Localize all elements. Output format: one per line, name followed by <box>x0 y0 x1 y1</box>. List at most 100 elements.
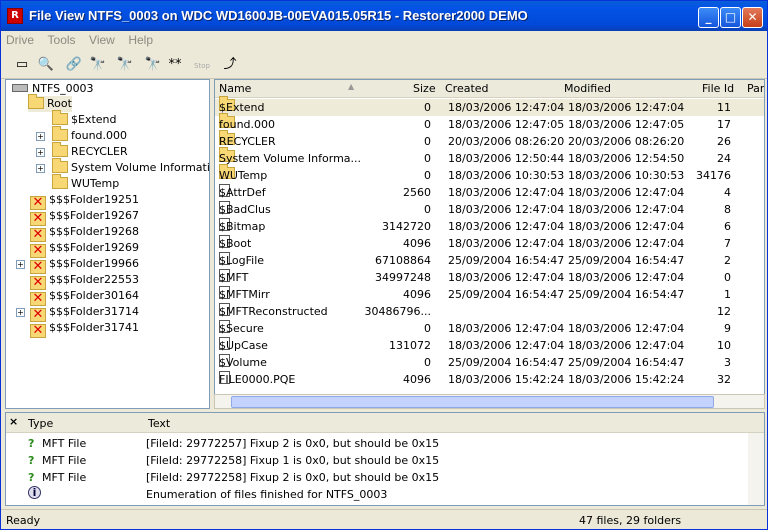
tree-lost-folder[interactable]: ✕ $$$Folder19251 <box>30 192 139 210</box>
scroll-thumb[interactable] <box>231 396 714 408</box>
expand-toggle[interactable]: + <box>16 260 25 269</box>
table-row[interactable]: $Volume 0 25/09/2004 16:54:47 25/09/2004 16… <box>215 354 764 371</box>
menu-drive[interactable]: Drive <box>1 31 39 49</box>
cell-file-id: 6 <box>724 220 731 233</box>
log-text: [FileId: 29772257] Fixup 2 is 0x0, but s… <box>146 437 440 450</box>
cell-size: 0 <box>424 135 431 148</box>
title-bar[interactable]: R File View NTFS_0003 on WDC WD1600JB-00… <box>1 1 767 31</box>
file-name: System Volume Informa... <box>219 152 362 165</box>
log-panel: × Type Text ? MFT File [FileId: 29772257] … <box>5 412 765 506</box>
column-size[interactable]: Size <box>413 82 436 95</box>
log-row[interactable]: ? MFT File [FileId: 29772258] Fixup 2 is 0… <box>6 469 746 486</box>
tree-item-recycler[interactable]: RECYCLER <box>52 142 128 160</box>
log-row[interactable]: i Enumeration of files finished for NTFS_… <box>6 486 746 503</box>
file-name: $Boot <box>219 237 252 250</box>
tree-drive-node[interactable]: NTFS_0003 <box>12 81 94 97</box>
cell-size: 0 <box>424 203 431 216</box>
table-row[interactable]: $LogFile 67108864 25/09/2004 16:54:47 25/09… <box>215 252 764 269</box>
table-row[interactable]: $Boot 4096 18/03/2006 12:47:04 18/03/2006 1… <box>215 235 764 252</box>
table-row[interactable]: $MFTMirr 4096 25/09/2004 16:54:47 25/09/200… <box>215 286 764 303</box>
tree-lost-folder[interactable]: ✕ $$$Folder19269 <box>30 240 139 258</box>
tree-item-system-volume[interactable]: System Volume Information <box>52 158 209 176</box>
connect-icon[interactable]: 🔗 <box>63 54 85 76</box>
cell-size: 4096 <box>403 373 431 386</box>
tree-lost-folder[interactable]: ✕ $$$Folder30164 <box>30 288 139 306</box>
tree-lost-folder[interactable]: ✕ $$$Folder19966 <box>30 256 139 274</box>
table-row[interactable]: $MFT 34997248 18/03/2006 12:47:04 18/03/200… <box>215 269 764 286</box>
cell-file-id: 12 <box>717 305 731 318</box>
status-bar: Ready 47 files, 29 folders <box>1 509 767 529</box>
horizontal-scrollbar[interactable] <box>214 394 765 409</box>
table-row[interactable]: System Volume Informa... 0 18/03/2006 12:5… <box>215 147 764 167</box>
minimize-button[interactable]: _ <box>698 7 719 28</box>
table-row[interactable]: $Extend 0 18/03/2006 12:47:04 18/03/2006 12… <box>215 96 764 116</box>
column-created[interactable]: Created <box>445 82 489 95</box>
table-row[interactable]: RECYCLER 0 20/03/2006 08:26:20 20/03/2006 0… <box>215 130 764 150</box>
cell-created: 18/03/2006 12:47:04 <box>448 271 565 284</box>
table-row[interactable]: $Bitmap 3142720 18/03/2006 12:47:04 18/03/2… <box>215 218 764 235</box>
find-file-icon[interactable]: 🔭 <box>142 54 164 76</box>
tree-root-node[interactable]: Root <box>28 94 72 112</box>
cell-modified: 18/03/2006 12:47:04 <box>568 220 685 233</box>
tree-lost-folder[interactable]: ✕ $$$Folder19268 <box>30 224 139 242</box>
log-row[interactable]: ? MFT File [FileId: 29772258] Fixup 1 is 0… <box>6 452 746 469</box>
tree-item-extend[interactable]: $Extend <box>52 110 117 128</box>
table-row[interactable]: found.000 0 18/03/2006 12:47:05 18/03/2006 … <box>215 113 764 133</box>
drive-icon[interactable]: ▭ <box>11 54 33 76</box>
log-column-text[interactable]: Text <box>148 417 170 430</box>
tree-label: WUTemp <box>71 177 120 190</box>
cell-size: 4096 <box>403 237 431 250</box>
column-file-id[interactable]: File Id <box>702 82 734 95</box>
tree-label: Root <box>47 97 72 110</box>
table-row[interactable]: $AttrDef 2560 18/03/2006 12:47:04 18/03/200… <box>215 184 764 201</box>
table-row[interactable]: WUTemp 0 18/03/2006 10:30:53 18/03/2006 10:… <box>215 164 764 184</box>
menu-tools[interactable]: Tools <box>43 31 81 49</box>
scan-icon[interactable]: 🔍 <box>35 54 57 76</box>
vertical-scrollbar[interactable] <box>748 433 764 505</box>
expand-toggle[interactable]: + <box>36 132 45 141</box>
tree-label: $$$Folder31741 <box>49 321 139 334</box>
table-row[interactable]: FILE0000.PQE 4096 18/03/2006 15:42:24 18/03… <box>215 371 764 388</box>
file-name: FILE0000.PQE <box>219 373 296 386</box>
close-button[interactable]: ✕ <box>742 7 763 28</box>
cell-file-id: 24 <box>717 152 731 165</box>
table-row[interactable]: $Secure 0 18/03/2006 12:47:04 18/03/2006 12… <box>215 320 764 337</box>
tree-lost-folder[interactable]: ✕ $$$Folder22553 <box>30 272 139 290</box>
cell-created: 18/03/2006 15:42:24 <box>448 373 565 386</box>
find-icon[interactable]: 🔭 <box>87 54 109 76</box>
tree-item-found[interactable]: found.000 <box>52 126 127 144</box>
log-row[interactable]: ? MFT File [FileId: 29772257] Fixup 2 is 0… <box>6 435 746 452</box>
table-row[interactable]: $UpCase 131072 18/03/2006 12:47:04 18/03/20… <box>215 337 764 354</box>
cell-modified: 18/03/2006 12:47:04 <box>568 271 685 284</box>
column-name[interactable]: Name <box>219 82 251 95</box>
log-column-type[interactable]: Type <box>28 417 53 430</box>
expand-toggle[interactable]: + <box>36 164 45 173</box>
cell-created: 25/09/2004 16:54:47 <box>448 356 565 369</box>
column-modified[interactable]: Modified <box>564 82 611 95</box>
cell-size: 34997248 <box>375 271 431 284</box>
maximize-button[interactable]: □ <box>720 7 741 28</box>
table-row[interactable]: $MFTReconstructed 30486796... 12 <box>215 303 764 320</box>
table-row[interactable]: $BadClus 0 18/03/2006 12:47:04 18/03/2006 1… <box>215 201 764 218</box>
close-log-icon[interactable]: × <box>9 415 18 428</box>
find-next-icon[interactable]: 🔭 <box>114 54 136 76</box>
mask-icon[interactable]: ** <box>164 54 186 76</box>
tree-lost-folder[interactable]: ✕ $$$Folder19267 <box>30 208 139 226</box>
folder-icon <box>52 142 68 157</box>
folder-tree: NTFS_0003 Root $Extend + found.000 + REC… <box>5 79 210 409</box>
lost-folder-icon: ✕ <box>30 324 46 338</box>
tree-label: $$$Folder22553 <box>49 273 139 286</box>
cell-created: 18/03/2006 12:47:04 <box>448 220 565 233</box>
tree-lost-folder[interactable]: ✕ $$$Folder31741 <box>30 320 139 338</box>
expand-toggle[interactable]: + <box>16 308 25 317</box>
expand-toggle[interactable]: + <box>36 148 45 157</box>
tree-lost-folder[interactable]: ✕ $$$Folder31714 <box>30 304 139 322</box>
column-parent[interactable]: Par <box>747 82 764 95</box>
up-folder-icon[interactable]: ⤴ <box>219 54 241 76</box>
cell-modified: 25/09/2004 16:54:47 <box>568 254 685 267</box>
stop-button[interactable]: Stop <box>191 54 213 76</box>
cell-created: 18/03/2006 10:30:53 <box>448 169 565 182</box>
tree-item-wutemp[interactable]: WUTemp <box>52 174 120 192</box>
menu-help[interactable]: Help <box>123 31 158 49</box>
menu-view[interactable]: View <box>84 31 120 49</box>
